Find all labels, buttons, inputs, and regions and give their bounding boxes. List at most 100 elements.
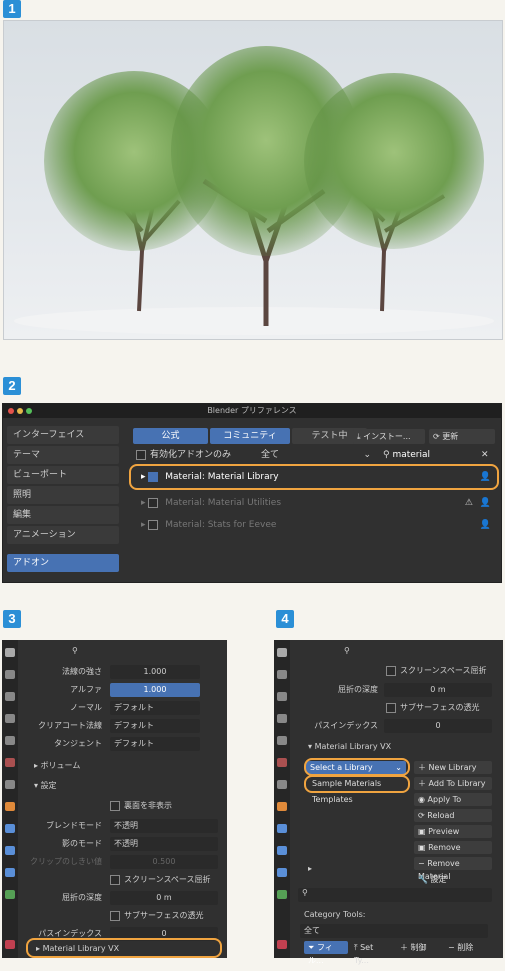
tree-right <box>304 73 484 312</box>
settings-button[interactable]: 🔧 設定 <box>414 873 492 886</box>
shadow-mode-dropdown[interactable]: 不透明 <box>110 837 218 851</box>
screen-space-refraction-toggle[interactable]: スクリーンスペース屈折 <box>386 665 486 676</box>
clip-threshold-field[interactable]: 0.500 <box>110 855 218 869</box>
material-search-input[interactable]: ⚲ <box>298 888 492 902</box>
refresh-button[interactable]: ⟳ 更新 <box>429 429 495 444</box>
sidebar-item-theme[interactable]: テーマ <box>7 446 119 464</box>
output-icon[interactable] <box>277 714 287 723</box>
search-icon[interactable]: ⚲ <box>344 646 350 655</box>
object-icon[interactable] <box>277 802 287 811</box>
object-icon[interactable] <box>5 802 15 811</box>
sidebar-item-lights[interactable]: 照明 <box>7 486 119 504</box>
tab-official[interactable]: 公式 <box>133 428 208 444</box>
blend-mode-dropdown[interactable]: 不透明 <box>110 819 218 833</box>
expand-arrow-icon[interactable]: ▸ <box>141 520 148 530</box>
apply-to-selected-button[interactable]: ◉ Apply To Selected <box>414 793 492 817</box>
addon-source-tabs: 公式 コミュニティ テスト中 <box>133 428 367 444</box>
data-icon[interactable] <box>277 890 287 899</box>
tool-icon[interactable] <box>277 670 287 679</box>
window-titlebar: Blender プリファレンス <box>3 404 501 418</box>
backface-culling-toggle[interactable]: 裏面を非表示 <box>110 800 172 811</box>
minimize-dot-icon[interactable] <box>17 408 23 414</box>
add-to-library-button[interactable]: ＋ Add To Library <box>414 777 492 790</box>
remove-material-button[interactable]: − Remove Material <box>414 857 492 881</box>
search-icon[interactable]: ⚲ <box>72 646 78 655</box>
set-type-button[interactable]: ⤒ Set Ty... <box>350 941 394 965</box>
subsurface-translucency-toggle[interactable]: サブサーフェスの透光 <box>386 702 480 713</box>
screen-space-refraction-toggle[interactable]: スクリーンスペース屈折 <box>110 874 210 885</box>
data-icon[interactable] <box>5 890 15 899</box>
modifier-icon[interactable] <box>5 824 15 833</box>
particles-icon[interactable] <box>277 846 287 855</box>
output-icon[interactable] <box>5 714 15 723</box>
view-layer-icon[interactable] <box>5 736 15 745</box>
enabled-only-checkbox[interactable] <box>136 449 146 460</box>
alpha-label: アルファ <box>70 685 102 694</box>
library-option-templates[interactable]: Templates <box>308 793 404 806</box>
expand-arrow-icon[interactable]: ▸ <box>308 864 312 873</box>
properties-tab-column <box>274 640 290 958</box>
pass-index-field[interactable]: 0 <box>384 719 492 733</box>
subsurface-translucency-toggle[interactable]: サブサーフェスの透光 <box>110 910 204 921</box>
material-library-panel: ⚲ スクリーンスペース屈折 屈折の深度 0 m サブサーフェスの透光 パスインデ… <box>274 640 503 965</box>
category-dropdown[interactable]: 全て ⌄ <box>261 447 371 463</box>
material-library-panel-header[interactable]: ▾ Material Library VX <box>308 742 391 751</box>
pass-index-label: パスインデックス <box>314 721 378 730</box>
refraction-depth-field[interactable]: 0 m <box>384 683 492 697</box>
render-icon[interactable] <box>277 692 287 701</box>
world-icon[interactable] <box>5 780 15 789</box>
tab-community[interactable]: コミュニティ <box>210 428 290 444</box>
addon-search-input[interactable]: ⚲ material <box>383 447 463 463</box>
scene-icon[interactable] <box>277 758 287 767</box>
window-title: Blender プリファレンス <box>207 406 297 415</box>
addon-row-material-utilities[interactable]: ▸ Material: Material Utilities ⚠ 👤 <box>141 495 491 511</box>
clearcoat-normal-label: クリアコート法線 <box>38 721 102 730</box>
modifier-icon[interactable] <box>277 824 287 833</box>
normal-strength-label: 法線の強さ <box>62 667 102 676</box>
preview-material-button[interactable]: ▣ Preview Material <box>414 825 492 849</box>
sidebar-item-animation[interactable]: アニメーション <box>7 526 119 544</box>
world-icon[interactable] <box>277 780 287 789</box>
clear-search-icon[interactable]: ✕ <box>481 447 489 463</box>
alpha-field[interactable]: 1.000 <box>110 683 200 697</box>
category-dropdown[interactable]: 全て <box>300 924 488 938</box>
zoom-dot-icon[interactable] <box>26 408 32 414</box>
material-icon[interactable] <box>277 940 287 949</box>
expand-arrow-icon[interactable]: ▸ <box>141 498 148 508</box>
volume-section-header[interactable]: ▸ ボリューム <box>34 760 80 771</box>
editor-type-icon[interactable] <box>5 648 15 657</box>
sidebar-item-editing[interactable]: 編集 <box>7 506 119 524</box>
physics-icon[interactable] <box>277 868 287 877</box>
addon-row-stats-for-eevee[interactable]: ▸ Material: Stats for Eevee 👤 <box>141 517 491 533</box>
normal-field[interactable]: デフォルト <box>110 701 200 715</box>
settings-section-header[interactable]: ▾ 設定 <box>34 780 57 791</box>
tool-icon[interactable] <box>5 670 15 679</box>
create-category-button[interactable]: ＋ 制御 <box>396 941 440 954</box>
filter-button[interactable]: ⏷ フィル... <box>304 941 348 965</box>
refraction-depth-field[interactable]: 0 m <box>110 891 218 905</box>
enabled-only-toggle[interactable]: 有効化アドオンのみ <box>136 447 266 463</box>
clearcoat-normal-field[interactable]: デフォルト <box>110 719 200 733</box>
new-library-button[interactable]: ＋ New Library <box>414 761 492 774</box>
user-addon-icon: 👤 <box>479 520 491 530</box>
search-icon: ⚲ <box>302 888 308 897</box>
delete-category-button[interactable]: − 削除 <box>444 941 488 954</box>
install-button[interactable]: ⤓ インストー... <box>353 429 425 444</box>
editor-type-icon[interactable] <box>277 648 287 657</box>
addon-enable-checkbox[interactable] <box>148 497 159 508</box>
tangent-field[interactable]: デフォルト <box>110 737 200 751</box>
close-dot-icon[interactable] <box>8 408 14 414</box>
addon-enable-checkbox[interactable] <box>148 519 159 530</box>
render-icon[interactable] <box>5 692 15 701</box>
particles-icon[interactable] <box>5 846 15 855</box>
remove-preview-button[interactable]: ▣ Remove Preview <box>414 841 492 865</box>
material-icon[interactable] <box>5 940 15 949</box>
sidebar-item-viewport[interactable]: ビューポート <box>7 466 119 484</box>
scene-icon[interactable] <box>5 758 15 767</box>
reload-material-button[interactable]: ⟳ Reload Material <box>414 809 492 833</box>
sidebar-item-interface[interactable]: インターフェイス <box>7 426 119 444</box>
normal-strength-field[interactable]: 1.000 <box>110 665 200 679</box>
sidebar-item-addons[interactable]: アドオン <box>7 554 119 572</box>
view-layer-icon[interactable] <box>277 736 287 745</box>
physics-icon[interactable] <box>5 868 15 877</box>
